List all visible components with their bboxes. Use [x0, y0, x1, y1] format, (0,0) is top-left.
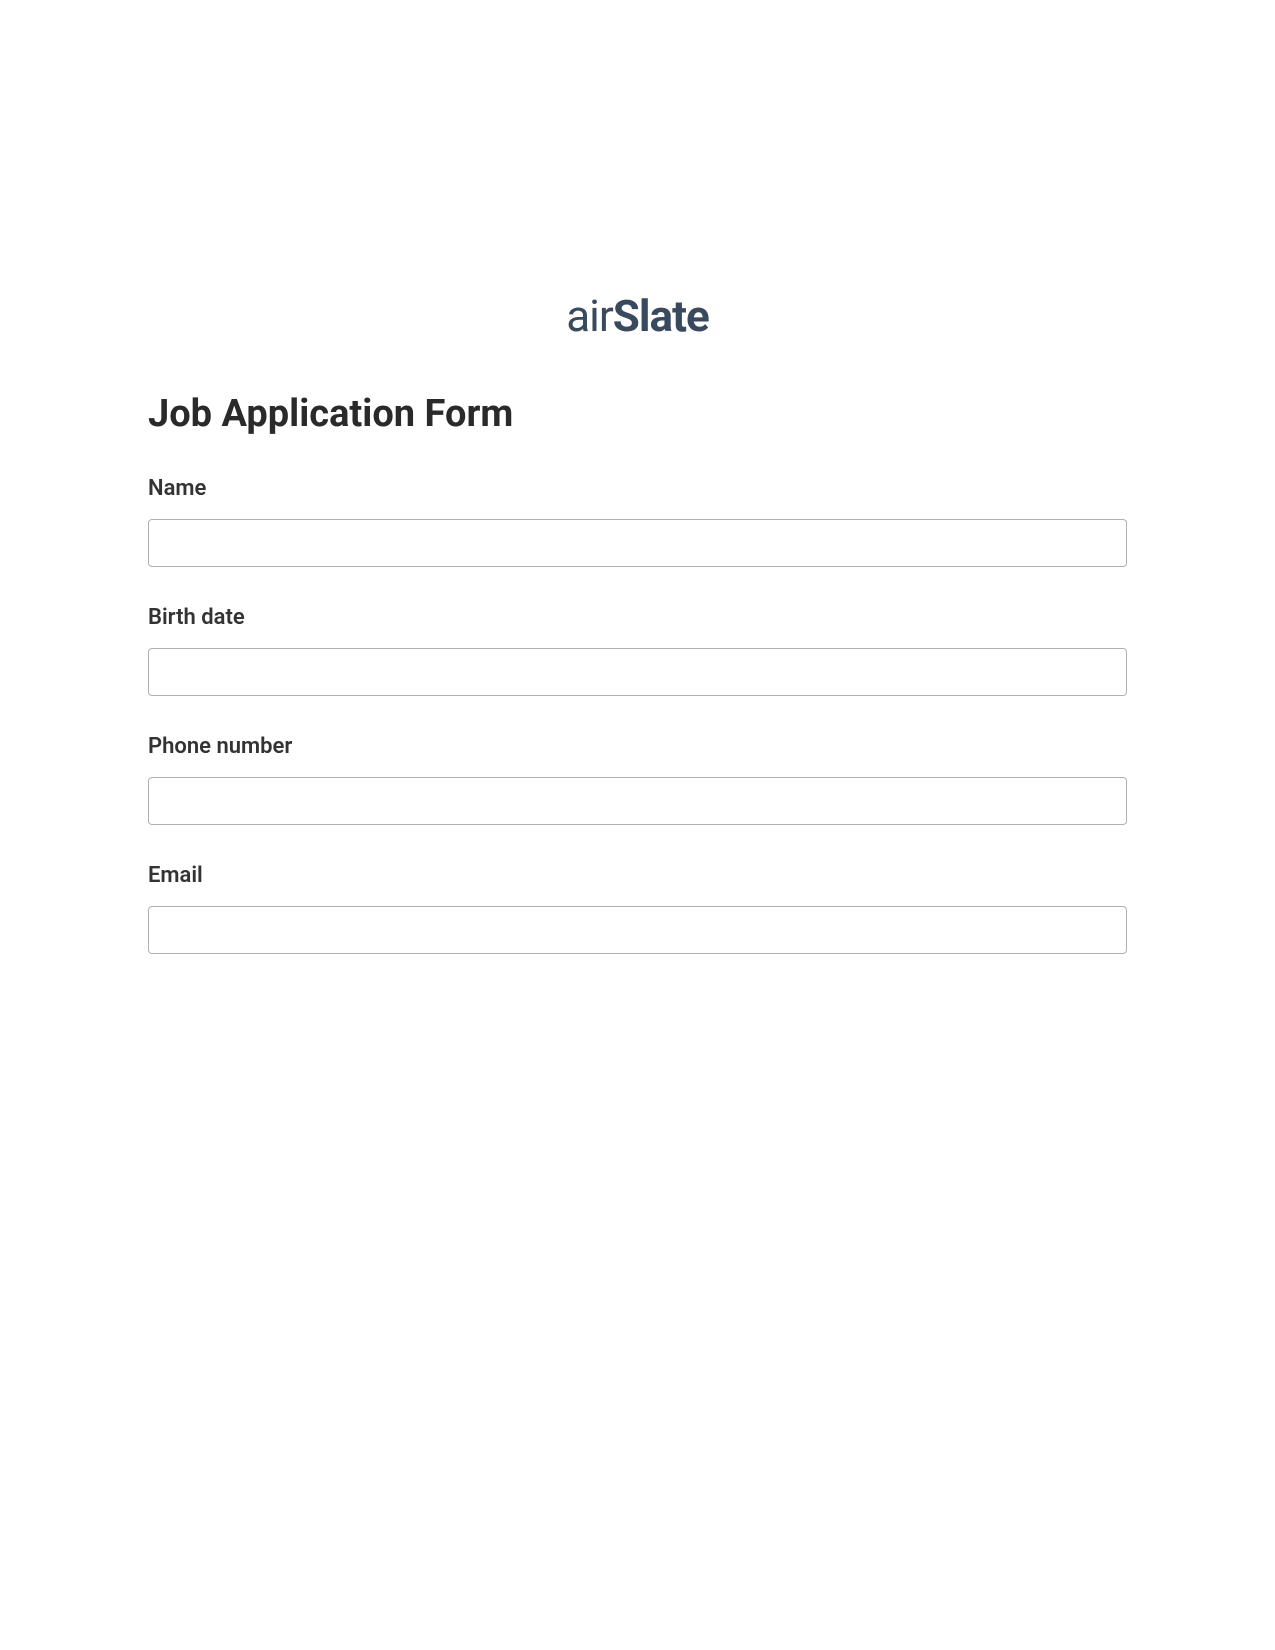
field-name: Name [148, 476, 1127, 567]
form-title: Job Application Form [148, 392, 1127, 436]
label-email: Email [148, 863, 1127, 888]
input-email[interactable] [148, 906, 1127, 954]
label-birth-date: Birth date [148, 605, 1127, 630]
form-content: Job Application Form Name Birth date Pho… [0, 392, 1275, 954]
field-email: Email [148, 863, 1127, 954]
input-phone-number[interactable] [148, 777, 1127, 825]
logo-wrapper: airSlate [0, 290, 1275, 342]
logo-suffix: Slate [613, 290, 709, 342]
input-birth-date[interactable] [148, 648, 1127, 696]
form-container: airSlate Job Application Form Name Birth… [0, 0, 1275, 954]
label-phone-number: Phone number [148, 734, 1127, 759]
label-name: Name [148, 476, 1127, 501]
airslate-logo: airSlate [566, 290, 708, 342]
field-birth-date: Birth date [148, 605, 1127, 696]
input-name[interactable] [148, 519, 1127, 567]
logo-prefix: air [566, 290, 613, 342]
field-phone-number: Phone number [148, 734, 1127, 825]
